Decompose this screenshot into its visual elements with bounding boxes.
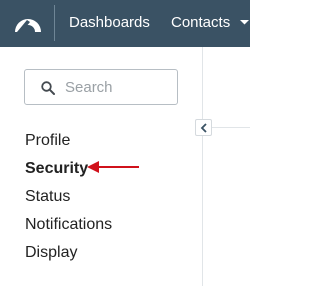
sidebar-item-notifications[interactable]: Notifications	[25, 211, 112, 239]
nav-contacts-menu[interactable]: Contacts	[171, 14, 230, 32]
sidebar-menu: Profile Security Status Notifications Di…	[25, 127, 112, 267]
annotation-arrow	[87, 160, 139, 174]
sidebar-item-display[interactable]: Display	[25, 239, 112, 267]
content-divider	[212, 127, 250, 128]
caret-down-icon[interactable]	[239, 18, 250, 26]
sidebar-item-profile[interactable]: Profile	[25, 127, 112, 155]
nav-dashboards-link[interactable]: Dashboards	[69, 14, 150, 32]
chevron-left-icon	[200, 123, 207, 133]
search-input[interactable]	[65, 77, 170, 97]
app-logo-icon[interactable]	[13, 12, 43, 34]
search-field[interactable]	[24, 69, 178, 105]
search-icon	[41, 81, 55, 95]
collapse-sidebar-button[interactable]	[195, 119, 212, 136]
header-divider	[54, 5, 55, 41]
top-navigation-bar: Dashboards Contacts	[0, 0, 250, 47]
sidebar-item-status[interactable]: Status	[25, 183, 112, 211]
